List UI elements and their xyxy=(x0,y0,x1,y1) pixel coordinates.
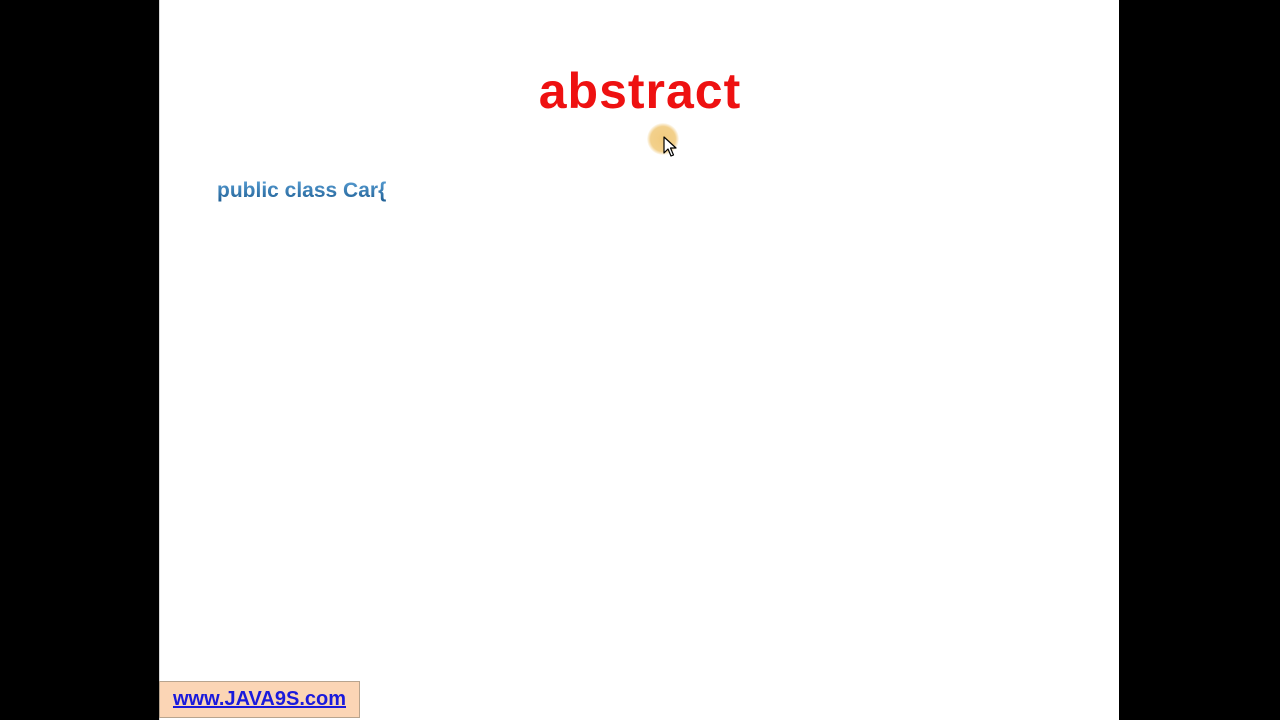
code-line-text: public class Car{ xyxy=(217,179,386,202)
site-link[interactable]: www.JAVA9S.com xyxy=(173,688,346,711)
video-frame: abstract public class Car{ www.JAVA9S.co… xyxy=(0,0,1280,720)
code-line-container: public class Car{ xyxy=(217,179,386,202)
pointer-indicator xyxy=(645,122,685,162)
slide-title: abstract xyxy=(538,63,742,119)
site-watermark: www.JAVA9S.com xyxy=(159,681,360,718)
mouse-cursor-arrow-icon xyxy=(663,136,677,157)
presentation-slide: abstract public class Car{ xyxy=(159,0,1119,720)
